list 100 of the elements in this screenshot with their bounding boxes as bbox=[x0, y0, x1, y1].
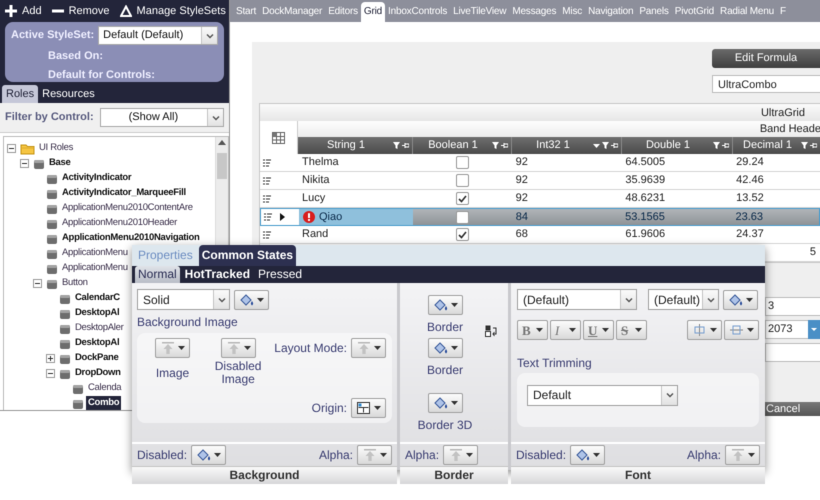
cell-text: 24.37 bbox=[736, 227, 764, 242]
tree-item[interactable]: ActivityIndicator_MarqueeFill bbox=[60, 186, 188, 201]
cell-text: 29.24 bbox=[736, 155, 764, 170]
tab[interactable]: Resources bbox=[38, 84, 99, 103]
tab[interactable]: Common States bbox=[198, 245, 296, 266]
font-style-button[interactable]: U bbox=[583, 320, 614, 340]
align-dropdown-button[interactable] bbox=[687, 320, 722, 340]
filter-select[interactable]: (Show All) bbox=[100, 108, 224, 127]
tree-item[interactable]: DesktopAl bbox=[73, 336, 122, 351]
font-family-select[interactable]: (Default) bbox=[517, 289, 637, 310]
collapse-icon[interactable] bbox=[20, 159, 29, 168]
font-style-button[interactable]: S bbox=[616, 320, 647, 340]
tab[interactable]: Grid bbox=[360, 2, 386, 22]
image-dropdown-button[interactable] bbox=[154, 338, 190, 358]
checkbox[interactable] bbox=[456, 174, 469, 187]
grid-row[interactable]: Rand 68 61.9606 24.37 bbox=[260, 226, 820, 244]
toolbar-button[interactable]: Add bbox=[5, 2, 42, 20]
tree-item[interactable]: DesktopAl bbox=[73, 306, 122, 321]
tree-item[interactable]: ApplicationMenu2010Navigation bbox=[60, 231, 202, 246]
tree-item[interactable]: ApplicationMenu2010Header bbox=[60, 216, 180, 231]
filter-icon[interactable] bbox=[492, 142, 499, 149]
collapse-icon[interactable] bbox=[7, 144, 16, 153]
font-style-button[interactable]: I bbox=[550, 320, 581, 340]
fill-style-select[interactable]: Solid bbox=[137, 289, 230, 310]
text-field[interactable]: 2073 bbox=[765, 320, 820, 339]
toolbar-button[interactable]: Remove bbox=[52, 2, 110, 20]
color-dropdown-button[interactable] bbox=[191, 445, 226, 465]
tree-item[interactable]: Combo bbox=[86, 396, 122, 410]
grid-row[interactable]: Thelma 92 64.5005 29.24 bbox=[260, 154, 820, 172]
color-dropdown-button[interactable] bbox=[723, 290, 758, 310]
tree-item[interactable]: DropDown bbox=[73, 366, 123, 381]
column-header[interactable]: Boolean 1 bbox=[413, 137, 512, 154]
filter-icon[interactable] bbox=[801, 142, 808, 149]
text-trimming-select[interactable]: Default bbox=[527, 384, 678, 406]
pin-icon[interactable] bbox=[501, 142, 508, 149]
filter-icon[interactable] bbox=[602, 142, 609, 149]
image-dropdown-button[interactable] bbox=[220, 338, 256, 358]
column-header[interactable]: Double 1 bbox=[622, 137, 733, 154]
column-header[interactable]: String 1 bbox=[298, 137, 413, 154]
layout-dropdown-button[interactable] bbox=[351, 338, 386, 358]
tab[interactable]: Normal bbox=[135, 266, 180, 283]
toolbar-button[interactable]: Manage StyleSets bbox=[120, 2, 226, 20]
tree-item[interactable]: Button bbox=[60, 276, 90, 291]
tree-item[interactable]: ActivityIndicator bbox=[60, 171, 134, 186]
font-style-button[interactable]: B bbox=[517, 320, 548, 340]
tree-item[interactable]: ApplicationMenu2010ContentAre bbox=[60, 201, 195, 216]
alpha-dropdown-button[interactable] bbox=[357, 445, 392, 465]
sort-arrow-icon[interactable] bbox=[593, 144, 600, 148]
swap-icon[interactable] bbox=[485, 325, 498, 337]
column-header[interactable]: Int32 1 bbox=[512, 137, 622, 154]
checkbox[interactable] bbox=[456, 210, 470, 224]
scroll-thumb[interactable] bbox=[217, 153, 227, 179]
table-icon bbox=[272, 132, 285, 144]
cancel-button[interactable]: Cancel bbox=[765, 402, 820, 416]
color-dropdown-button[interactable] bbox=[428, 338, 462, 358]
tree-item[interactable]: ApplicationMenu bbox=[60, 246, 130, 261]
alpha-dropdown-button[interactable] bbox=[443, 445, 478, 465]
tab[interactable]: HotTracked bbox=[182, 266, 254, 283]
checkbox[interactable] bbox=[456, 192, 469, 205]
pin-icon[interactable] bbox=[722, 142, 729, 149]
dropdown-button[interactable] bbox=[808, 320, 820, 339]
edit-formula-button[interactable]: Edit Formula bbox=[712, 49, 820, 68]
tree-item[interactable]: DockPane bbox=[73, 351, 121, 366]
tree-item[interactable]: DesktopAler bbox=[73, 321, 126, 336]
color-dropdown-button[interactable] bbox=[428, 393, 462, 413]
styleset-select[interactable]: Default (Default) bbox=[98, 26, 218, 45]
align-dropdown-button[interactable] bbox=[724, 320, 759, 340]
tree-item[interactable]: Calenda bbox=[86, 381, 124, 396]
pin-icon[interactable] bbox=[810, 142, 817, 149]
cylinder-icon bbox=[46, 232, 58, 244]
combo-field[interactable]: UltraCombo bbox=[712, 75, 820, 93]
grid-row[interactable]: Qiao 84 53.1565 23.63 bbox=[260, 208, 820, 226]
pin-icon[interactable] bbox=[402, 142, 409, 149]
tree-item[interactable]: ApplicationMenu bbox=[60, 261, 130, 276]
grid-row[interactable]: Nikita 92 35.9639 42.46 bbox=[260, 172, 820, 190]
color-dropdown-button[interactable] bbox=[570, 445, 606, 465]
collapse-icon[interactable] bbox=[33, 279, 42, 288]
pin-icon[interactable] bbox=[611, 142, 618, 149]
checkbox[interactable] bbox=[456, 156, 469, 169]
tree-item[interactable]: UI Roles bbox=[37, 141, 76, 156]
font-size-select[interactable]: (Default) bbox=[648, 289, 719, 310]
tree-item[interactable]: CalendarC bbox=[73, 291, 122, 306]
filter-icon[interactable] bbox=[713, 142, 720, 149]
checkbox[interactable] bbox=[456, 228, 469, 241]
text-field[interactable]: 3 bbox=[765, 297, 820, 316]
alpha-dropdown-button[interactable] bbox=[725, 445, 760, 465]
tree-item[interactable]: Base bbox=[47, 156, 73, 171]
text-field[interactable] bbox=[765, 343, 820, 362]
tab[interactable]: Pressed bbox=[255, 266, 306, 283]
color-dropdown-button[interactable] bbox=[428, 295, 462, 315]
collapse-icon[interactable] bbox=[46, 369, 55, 378]
field-label: Alpha: bbox=[686, 447, 721, 464]
paint-bucket-icon bbox=[196, 448, 212, 462]
column-header[interactable]: Decimal 1 bbox=[733, 137, 820, 154]
expand-icon[interactable] bbox=[46, 354, 55, 363]
tab[interactable]: Roles bbox=[2, 84, 38, 103]
paint-bucket-icon bbox=[432, 298, 448, 312]
origin-dropdown-button[interactable] bbox=[351, 398, 386, 418]
color-dropdown-button[interactable] bbox=[234, 290, 269, 310]
filter-icon[interactable] bbox=[393, 142, 400, 149]
